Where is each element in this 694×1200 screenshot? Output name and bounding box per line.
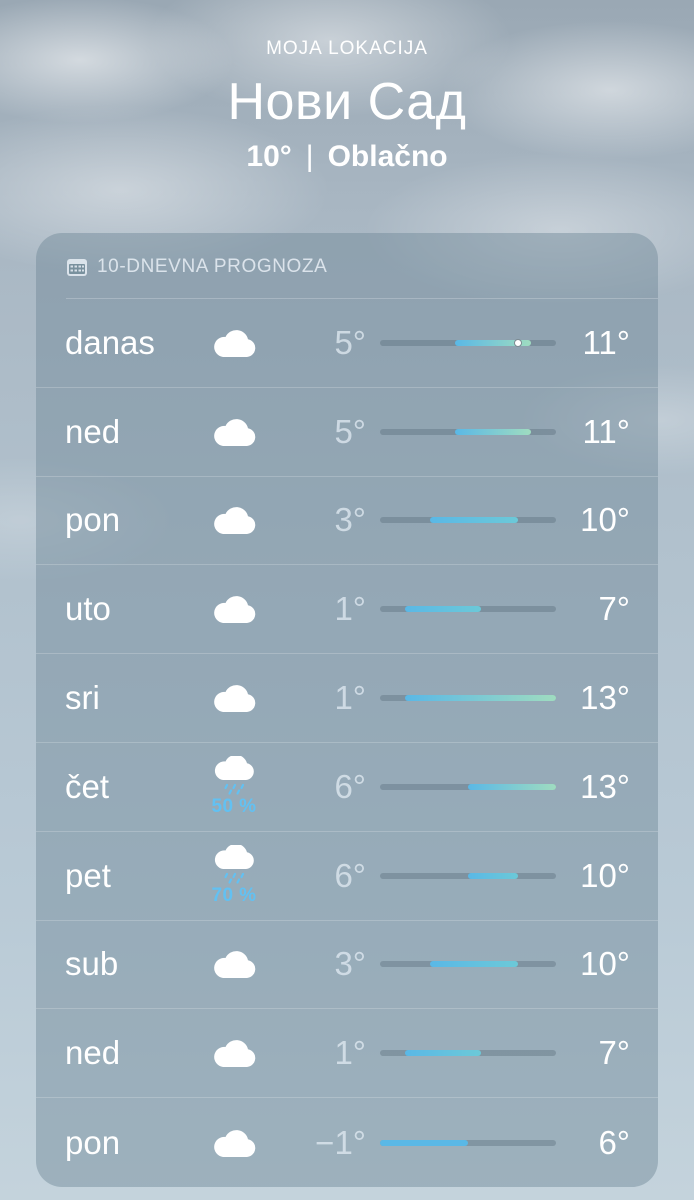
weather-icon-wrap: 70 % — [208, 832, 260, 920]
weather-icon-wrap — [208, 921, 260, 1009]
temperature-range-bar — [455, 428, 531, 435]
day-label: čet — [65, 767, 110, 805]
high-temperature: 7° — [598, 1034, 630, 1072]
temperature-range-track — [380, 961, 556, 968]
low-temperature: 5° — [334, 323, 366, 361]
forecast-row[interactable]: čet 50 % 6° 13° — [36, 743, 658, 832]
condition-text: Oblačno — [327, 140, 448, 173]
cloud-icon — [214, 1129, 256, 1157]
cloud-icon — [214, 685, 256, 713]
forecast-list: danas 5° 11° ned 5° 11° pon 3° 10° uto 1° 7° sri 1° 13… — [36, 299, 658, 1187]
high-temperature: 13° — [580, 767, 630, 805]
day-label: pet — [65, 856, 111, 894]
current-conditions: 10° | Oblačno — [0, 140, 694, 174]
temperature-range-bar — [468, 872, 519, 879]
high-temperature: 10° — [580, 945, 630, 983]
cloud-icon — [214, 951, 256, 979]
day-label: danas — [65, 323, 155, 361]
temperature-range-track — [380, 1139, 556, 1146]
cloud-icon — [214, 1040, 256, 1068]
temperature-range-bar — [405, 606, 481, 613]
day-label: pon — [65, 501, 121, 539]
city-name: Нови Сад — [227, 73, 467, 131]
temperature-range-track — [380, 606, 556, 613]
low-temperature: 3° — [334, 501, 366, 539]
weather-icon-wrap — [208, 1098, 260, 1187]
weather-icon-wrap — [208, 565, 260, 653]
low-temperature: 6° — [334, 856, 366, 894]
day-label: uto — [65, 590, 111, 628]
forecast-card-header: 10-DNEVNA PROGNOZA — [66, 255, 327, 279]
low-temperature: 1° — [334, 679, 366, 717]
low-temperature: 1° — [334, 1034, 366, 1072]
high-temperature: 11° — [582, 412, 630, 450]
forecast-row[interactable]: ned 5° 11° — [36, 388, 658, 477]
day-label: ned — [65, 1034, 121, 1072]
forecast-row[interactable]: pon −1° 6° — [36, 1098, 658, 1187]
cloud-icon — [214, 329, 256, 357]
temperature-range-track — [380, 428, 556, 435]
temperature-range-track — [380, 872, 556, 879]
low-temperature: 6° — [334, 767, 366, 805]
high-temperature: 10° — [580, 856, 630, 894]
low-temperature: 3° — [334, 945, 366, 983]
calendar-icon — [67, 259, 87, 276]
low-temperature: 1° — [334, 590, 366, 628]
cloud-icon — [214, 596, 256, 624]
temperature-range-bar — [430, 961, 519, 968]
day-label: sub — [65, 945, 119, 983]
forecast-card-title: 10-DNEVNA PROGNOZA — [97, 256, 328, 277]
weather-icon-wrap — [208, 1009, 260, 1097]
day-label: pon — [65, 1123, 121, 1161]
temperature-range-track — [380, 695, 556, 702]
temperature-range-bar — [468, 783, 556, 790]
temperature-range-bar — [430, 517, 519, 524]
forecast-row[interactable]: pet 70 % 6° 10° — [36, 832, 658, 921]
high-temperature: 7° — [598, 590, 630, 628]
high-temperature: 10° — [580, 501, 630, 539]
separator: | — [305, 140, 314, 173]
cloud-icon — [214, 507, 256, 535]
temperature-range-track — [380, 517, 556, 524]
weather-icon-wrap — [208, 299, 260, 387]
precipitation-chance: 70 % — [211, 884, 257, 906]
temperature-range-track — [380, 338, 556, 347]
low-temperature: −1° — [315, 1123, 366, 1161]
temperature-range-bar — [405, 695, 556, 702]
temperature-range-bar — [405, 1050, 481, 1057]
temperature-range-track — [380, 1050, 556, 1057]
cloud-rain-icon — [214, 755, 254, 795]
forecast-row[interactable]: ned 1° 7° — [36, 1009, 658, 1099]
weather-icon-wrap — [208, 388, 260, 476]
location-label: MOJA LOKACIJA — [266, 38, 428, 59]
temperature-range-track — [380, 783, 556, 790]
forecast-row[interactable]: sri 1° 13° — [36, 654, 658, 743]
weather-icon-wrap: 50 % — [208, 743, 260, 831]
forecast-row[interactable]: sub 3° 10° — [36, 921, 658, 1010]
day-label: sri — [65, 679, 100, 717]
high-temperature: 11° — [582, 323, 630, 361]
ten-day-forecast-card[interactable]: 10-DNEVNA PROGNOZA danas 5° 11° ned 5° 11° pon… — [36, 233, 658, 1187]
forecast-row[interactable]: pon 3° 10° — [36, 477, 658, 566]
high-temperature: 13° — [580, 679, 630, 717]
cloud-rain-icon — [214, 844, 254, 884]
forecast-row[interactable]: danas 5° 11° — [36, 299, 658, 388]
low-temperature: 5° — [334, 412, 366, 450]
forecast-row[interactable]: uto 1° 7° — [36, 565, 658, 655]
weather-icon-wrap — [208, 477, 260, 565]
precipitation-chance: 50 % — [211, 795, 257, 817]
weather-icon-wrap — [208, 654, 260, 742]
cloud-icon — [214, 418, 256, 446]
day-label: ned — [65, 412, 121, 450]
high-temperature: 6° — [598, 1123, 630, 1161]
temperature-range-bar — [380, 1139, 468, 1146]
current-temperature: 10° — [246, 140, 292, 173]
